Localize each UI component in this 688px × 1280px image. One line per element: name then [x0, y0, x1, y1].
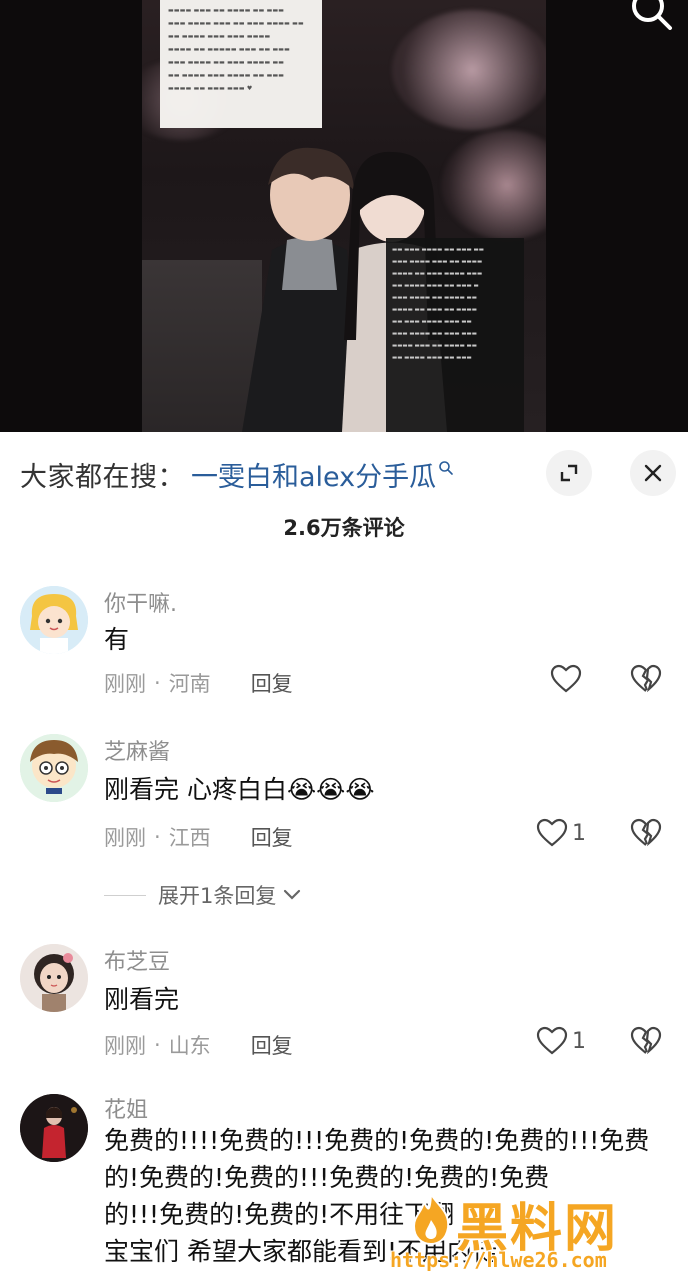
like-count: 1: [572, 1028, 586, 1054]
comment-text-line: 宝宝们 希望大家都能看到!不用内徒: [104, 1237, 497, 1266]
dislike-button[interactable]: [630, 818, 662, 852]
like-count: 1: [572, 820, 586, 846]
close-icon: [644, 464, 662, 482]
chevron-down-icon: [284, 889, 301, 900]
expand-icon: [560, 464, 578, 482]
comment-location: 河南: [168, 672, 211, 696]
dislike-icon: [630, 818, 662, 847]
comment-text-line: 免费的!!!!免费的!!!免费的!免费的!免费的!!!免费: [104, 1126, 650, 1155]
avatar-image: [20, 586, 88, 654]
comment-location: 江西: [168, 826, 211, 850]
avatar[interactable]: [20, 734, 88, 802]
comment-author[interactable]: 布芝豆: [104, 944, 170, 976]
comment-author[interactable]: 你干嘛.: [104, 586, 177, 618]
avatar-image: [20, 734, 88, 802]
comment-text: 有: [104, 625, 130, 654]
comment-text: 刚看完 心疼白白😭😭😭: [104, 775, 375, 804]
avatar[interactable]: [20, 586, 88, 654]
trending-search-bar[interactable]: 大家都在搜： 一雯白和alex分手瓜: [20, 454, 454, 494]
reply-button[interactable]: 回复: [251, 1030, 293, 1060]
text-overlay-card: ▬▬ ▬▬▬ ▬▬▬▬ ▬▬ ▬▬▬ ▬▬ ▬▬▬ ▬▬▬▬ ▬▬▬ ▬▬ ▬▬…: [386, 238, 524, 432]
comment-item: 芝麻酱 刚看完 心疼白白😭😭😭 刚刚 · 江西 回复 1 展开1条回复: [0, 730, 688, 920]
comment-author[interactable]: 花姐: [104, 1092, 148, 1124]
expand-replies-label: 展开1条回复: [158, 884, 277, 908]
search-prefix-label: 大家都在搜：: [20, 461, 185, 493]
close-button[interactable]: [630, 450, 676, 496]
search-icon: [439, 461, 453, 475]
comment-text: 免费的!!!!免费的!!!免费的!免费的!免费的!!!免费 的!免费的!免费的!…: [104, 1122, 664, 1270]
comments-sheet: 大家都在搜： 一雯白和alex分手瓜 2.6万条评论 你干嘛. 有 刚刚 · 河…: [0, 432, 688, 1280]
expand-button[interactable]: [546, 450, 592, 496]
comment-count-title: 2.6万条评论: [283, 516, 405, 540]
heart-icon: [536, 1026, 568, 1055]
avatar-image: [20, 944, 88, 1012]
reply-button[interactable]: 回复: [251, 822, 293, 852]
like-button[interactable]: [550, 664, 586, 694]
heart-icon: [550, 664, 582, 693]
dislike-button[interactable]: [630, 1026, 662, 1060]
avatar-image: [20, 1094, 88, 1162]
comment-text-line: 的!免费的!免费的!!!免费的!免费的!免费: [104, 1163, 550, 1192]
like-button[interactable]: 1: [536, 818, 586, 848]
comment-time: 刚刚: [104, 672, 146, 696]
comment-meta: 刚刚 · 江西 回复: [104, 822, 293, 852]
comment-item: 花姐 免费的!!!!免费的!!!免费的!免费的!免费的!!!免费 的!免费的!免…: [0, 1090, 688, 1280]
divider-line: [104, 894, 146, 896]
comment-item: 你干嘛. 有 刚刚 · 河南 回复: [0, 582, 688, 722]
comment-author[interactable]: 芝麻酱: [104, 734, 170, 766]
dislike-icon: [630, 664, 662, 693]
comment-location: 山东: [168, 1034, 211, 1058]
separator-dot: ·: [154, 1033, 161, 1057]
text-overlay-card: ▬▬▬▬ ▬▬▬ ▬▬ ▬▬▬▬ ▬▬ ▬▬▬ ▬▬▬ ▬▬▬▬ ▬▬▬ ▬▬ …: [160, 0, 322, 128]
comment-meta: 刚刚 · 河南 回复: [104, 668, 293, 698]
expand-replies-button[interactable]: 展开1条回复: [104, 880, 302, 910]
comment-meta: 刚刚 · 山东 回复: [104, 1030, 293, 1060]
dislike-button[interactable]: [630, 664, 662, 698]
search-icon[interactable]: [630, 0, 674, 30]
comment-text: 刚看完: [104, 985, 180, 1014]
like-button[interactable]: 1: [536, 1026, 586, 1056]
heart-icon: [536, 818, 568, 847]
comment-time: 刚刚: [104, 826, 146, 850]
separator-dot: ·: [154, 825, 161, 849]
reply-button[interactable]: 回复: [251, 668, 293, 698]
separator-dot: ·: [154, 671, 161, 695]
avatar[interactable]: [20, 1094, 88, 1162]
avatar[interactable]: [20, 944, 88, 1012]
video-player[interactable]: ▬▬▬▬ ▬▬▬ ▬▬ ▬▬▬▬ ▬▬ ▬▬▬ ▬▬▬ ▬▬▬▬ ▬▬▬ ▬▬ …: [0, 0, 688, 432]
dislike-icon: [630, 1026, 662, 1055]
comment-item: 布芝豆 刚看完 刚刚 · 山东 回复 1: [0, 940, 688, 1080]
comment-time: 刚刚: [104, 1034, 146, 1058]
search-term-link[interactable]: 一雯白和alex分手瓜: [191, 455, 436, 494]
comment-text-line: 的!!!免费的!免费的!不用往下翻: [104, 1200, 455, 1229]
